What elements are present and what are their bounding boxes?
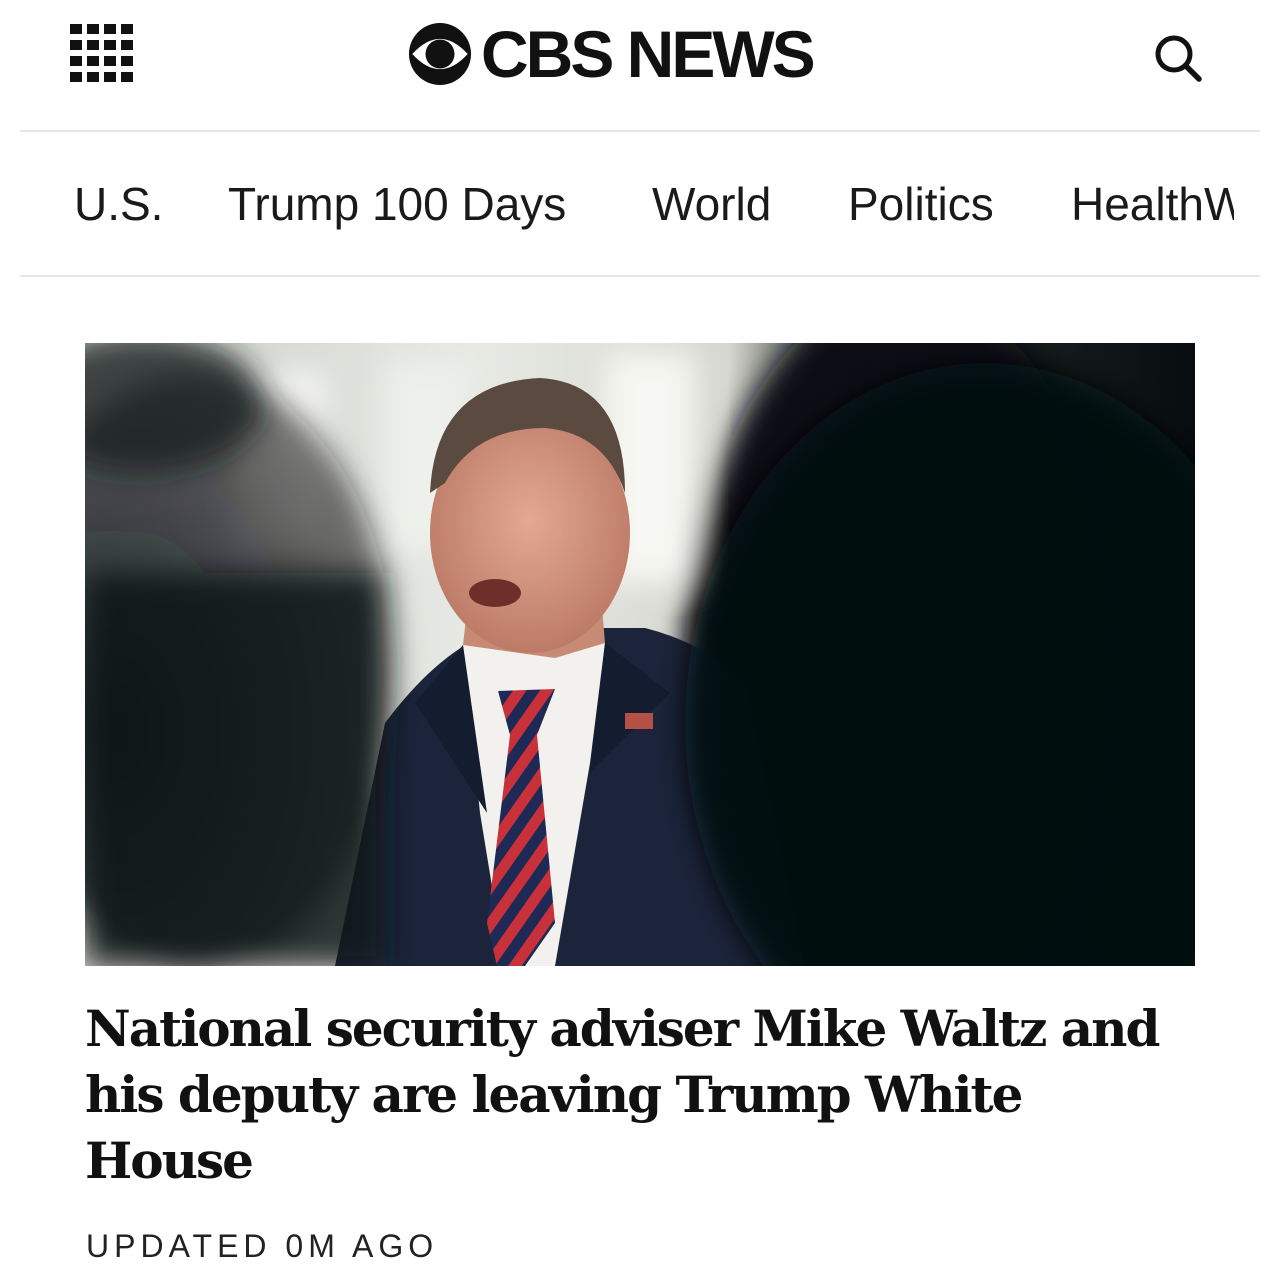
hero-photo bbox=[85, 343, 1195, 966]
nav-item-world[interactable]: World bbox=[652, 176, 771, 232]
article-headline[interactable]: National security adviser Mike Waltz and… bbox=[85, 996, 1195, 1194]
nav-item-health[interactable]: HealthW bbox=[1071, 176, 1234, 232]
nav-item-us[interactable]: U.S. bbox=[74, 176, 163, 232]
page: CBS NEWS U.S. Trump 100 Days World Polit… bbox=[0, 0, 1280, 1280]
nav-divider bbox=[20, 275, 1260, 277]
article-hero-image[interactable] bbox=[85, 343, 1195, 966]
nav-item-politics[interactable]: Politics bbox=[848, 176, 994, 232]
grid-menu-icon[interactable] bbox=[70, 24, 133, 82]
search-icon[interactable] bbox=[1150, 30, 1204, 84]
cbs-eye-icon bbox=[408, 22, 472, 86]
brand-logo[interactable]: CBS NEWS bbox=[407, 17, 816, 91]
nav-item-trump-100-days[interactable]: Trump 100 Days bbox=[228, 176, 566, 232]
nav-scroll-fade bbox=[1234, 132, 1280, 275]
site-header: CBS NEWS bbox=[0, 0, 1280, 130]
section-nav: U.S. Trump 100 Days World Politics Healt… bbox=[0, 132, 1234, 275]
brand-name: CBS NEWS bbox=[481, 17, 816, 91]
article-updated-timestamp: UPDATED 0M AGO bbox=[86, 1228, 439, 1264]
